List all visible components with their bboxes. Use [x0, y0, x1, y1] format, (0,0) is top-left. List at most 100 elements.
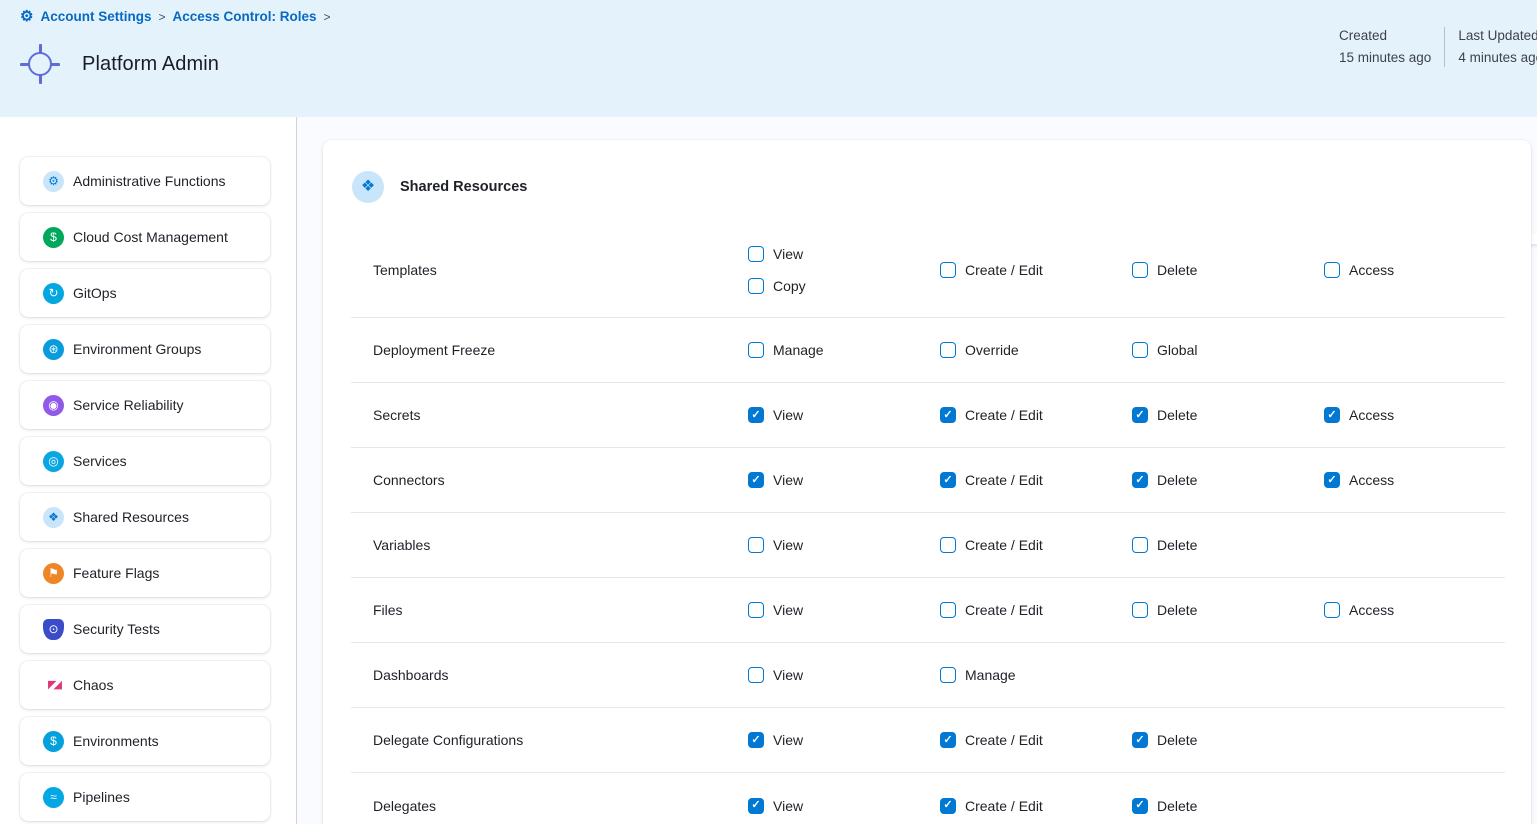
permission-deployment-freeze-override[interactable]: Override — [940, 342, 1132, 358]
permission-label: View — [773, 472, 803, 488]
checkbox-unchecked-icon[interactable] — [940, 602, 956, 618]
permissions-table: TemplatesViewCopyCreate / EditDeleteAcce… — [351, 223, 1505, 824]
checkbox-unchecked-icon[interactable] — [1132, 262, 1148, 278]
permission-cell: View — [748, 602, 940, 618]
permission-templates-create-edit[interactable]: Create / Edit — [940, 262, 1132, 278]
permission-row-delegates: Delegates✓View✓Create / Edit✓Delete — [351, 773, 1505, 824]
checkbox-unchecked-icon[interactable] — [748, 246, 764, 262]
permission-deployment-freeze-global[interactable]: Global — [1132, 342, 1324, 358]
permission-files-view[interactable]: View — [748, 602, 940, 618]
permission-cell: Override — [940, 342, 1132, 358]
breadcrumb-access-control-roles[interactable]: Access Control: Roles — [172, 9, 316, 24]
permission-label: View — [773, 537, 803, 553]
permission-delegates-view[interactable]: ✓View — [748, 798, 940, 814]
permission-secrets-view[interactable]: ✓View — [748, 407, 940, 423]
permission-templates-delete[interactable]: Delete — [1132, 262, 1324, 278]
checkbox-checked-icon[interactable]: ✓ — [1132, 732, 1148, 748]
checkbox-unchecked-icon[interactable] — [940, 262, 956, 278]
permission-connectors-delete[interactable]: ✓Delete — [1132, 472, 1324, 488]
permission-dashboards-manage[interactable]: Manage — [940, 667, 1132, 683]
sidebar-item-pipelines[interactable]: ≈Pipelines — [20, 773, 270, 821]
checkbox-checked-icon[interactable]: ✓ — [748, 798, 764, 814]
checkbox-unchecked-icon[interactable] — [940, 667, 956, 683]
permission-cell: View — [748, 537, 940, 553]
checkbox-unchecked-icon[interactable] — [748, 602, 764, 618]
checkbox-checked-icon[interactable]: ✓ — [940, 472, 956, 488]
checkbox-checked-icon[interactable]: ✓ — [748, 472, 764, 488]
permission-delegate-configurations-create-edit[interactable]: ✓Create / Edit — [940, 732, 1132, 748]
sidebar-list: ⚙Administrative Functions $Cloud Cost Man… — [0, 157, 296, 821]
sidebar-item-gitops[interactable]: ↻GitOps — [20, 269, 270, 317]
checkbox-unchecked-icon[interactable] — [1132, 602, 1148, 618]
role-meta: Created 15 minutes ago Last Updated 4 mi… — [1339, 25, 1537, 69]
checkbox-unchecked-icon[interactable] — [748, 342, 764, 358]
sidebar-item-services[interactable]: ◎Services — [20, 437, 270, 485]
permission-variables-delete[interactable]: Delete — [1132, 537, 1324, 553]
checkbox-unchecked-icon[interactable] — [1132, 537, 1148, 553]
cloud-dollar-icon: $ — [43, 227, 64, 248]
checkbox-unchecked-icon[interactable] — [940, 537, 956, 553]
sidebar-item-environments[interactable]: $Environments — [20, 717, 270, 765]
checkbox-checked-icon[interactable]: ✓ — [1132, 798, 1148, 814]
checkbox-unchecked-icon[interactable] — [1132, 342, 1148, 358]
permission-files-delete[interactable]: Delete — [1132, 602, 1324, 618]
role-crosshair-icon — [20, 44, 60, 84]
checkbox-unchecked-icon[interactable] — [748, 537, 764, 553]
permission-secrets-delete[interactable]: ✓Delete — [1132, 407, 1324, 423]
permission-deployment-freeze-manage[interactable]: Manage — [748, 342, 940, 358]
permission-variables-view[interactable]: View — [748, 537, 940, 553]
sidebar-item-chaos[interactable]: ◤◢Chaos — [20, 661, 270, 709]
permission-delegate-configurations-view[interactable]: ✓View — [748, 732, 940, 748]
checkbox-unchecked-icon[interactable] — [748, 667, 764, 683]
resource-label: Files — [373, 602, 748, 618]
checkbox-checked-icon[interactable]: ✓ — [1132, 407, 1148, 423]
permission-delegates-create-edit[interactable]: ✓Create / Edit — [940, 798, 1132, 814]
sidebar-item-service-reliability[interactable]: ◉Service Reliability — [20, 381, 270, 429]
permission-files-create-edit[interactable]: Create / Edit — [940, 602, 1132, 618]
sidebar-item-feature-flags[interactable]: ⚑Feature Flags — [20, 549, 270, 597]
sidebar-item-environment-groups[interactable]: ⊛Environment Groups — [20, 325, 270, 373]
breadcrumb-account-settings[interactable]: Account Settings — [40, 9, 151, 24]
permission-cell: Delete — [1132, 537, 1324, 553]
permission-cell: ✓ View — [748, 472, 940, 488]
permission-delegate-configurations-delete[interactable]: ✓Delete — [1132, 732, 1324, 748]
shared-resources-icon: ❖ — [352, 171, 384, 203]
permission-templates-view[interactable]: View — [748, 246, 940, 262]
permission-secrets-create-edit[interactable]: ✓Create / Edit — [940, 407, 1132, 423]
sidebar-item-cloud-cost-management[interactable]: $Cloud Cost Management — [20, 213, 270, 261]
permission-files-access[interactable]: Access — [1324, 602, 1505, 618]
permission-variables-create-edit[interactable]: Create / Edit — [940, 537, 1132, 553]
checkbox-checked-icon[interactable]: ✓ — [940, 407, 956, 423]
security-tests-icon: ⊙ — [43, 619, 64, 640]
checkbox-unchecked-icon[interactable] — [1324, 262, 1340, 278]
sidebar-item-label: Administrative Functions — [73, 173, 226, 189]
created-block: Created 15 minutes ago — [1339, 25, 1431, 69]
checkbox-checked-icon[interactable]: ✓ — [748, 407, 764, 423]
checkbox-checked-icon[interactable]: ✓ — [940, 732, 956, 748]
sidebar-item-security-tests[interactable]: ⊙Security Tests — [20, 605, 270, 653]
services-icon: ◎ — [43, 451, 64, 472]
permission-cell: Delete — [1132, 262, 1324, 278]
checkbox-checked-icon[interactable]: ✓ — [940, 798, 956, 814]
permission-templates-copy[interactable]: Copy — [748, 278, 940, 294]
checkbox-unchecked-icon[interactable] — [1324, 602, 1340, 618]
checkbox-unchecked-icon[interactable] — [748, 278, 764, 294]
permission-cell: View Copy — [748, 246, 940, 294]
sidebar-item-shared-resources[interactable]: ❖Shared Resources — [20, 493, 270, 541]
checkbox-checked-icon[interactable]: ✓ — [748, 732, 764, 748]
checkbox-checked-icon[interactable]: ✓ — [1132, 472, 1148, 488]
checkbox-checked-icon[interactable]: ✓ — [1324, 407, 1340, 423]
permission-connectors-create-edit[interactable]: ✓Create / Edit — [940, 472, 1132, 488]
checkbox-unchecked-icon[interactable] — [940, 342, 956, 358]
breadcrumb-separator: > — [158, 10, 165, 24]
permission-connectors-access[interactable]: ✓Access — [1324, 472, 1505, 488]
permission-dashboards-view[interactable]: View — [748, 667, 940, 683]
permission-delegates-delete[interactable]: ✓Delete — [1132, 798, 1324, 814]
checkbox-checked-icon[interactable]: ✓ — [1324, 472, 1340, 488]
permission-templates-access[interactable]: Access — [1324, 262, 1505, 278]
sidebar-item-administrative-functions[interactable]: ⚙Administrative Functions — [20, 157, 270, 205]
permission-secrets-access[interactable]: ✓Access — [1324, 407, 1505, 423]
sidebar-item-label: GitOps — [73, 285, 117, 301]
permission-connectors-view[interactable]: ✓ View — [748, 472, 940, 488]
last-updated-block: Last Updated 4 minutes ago — [1458, 25, 1537, 69]
